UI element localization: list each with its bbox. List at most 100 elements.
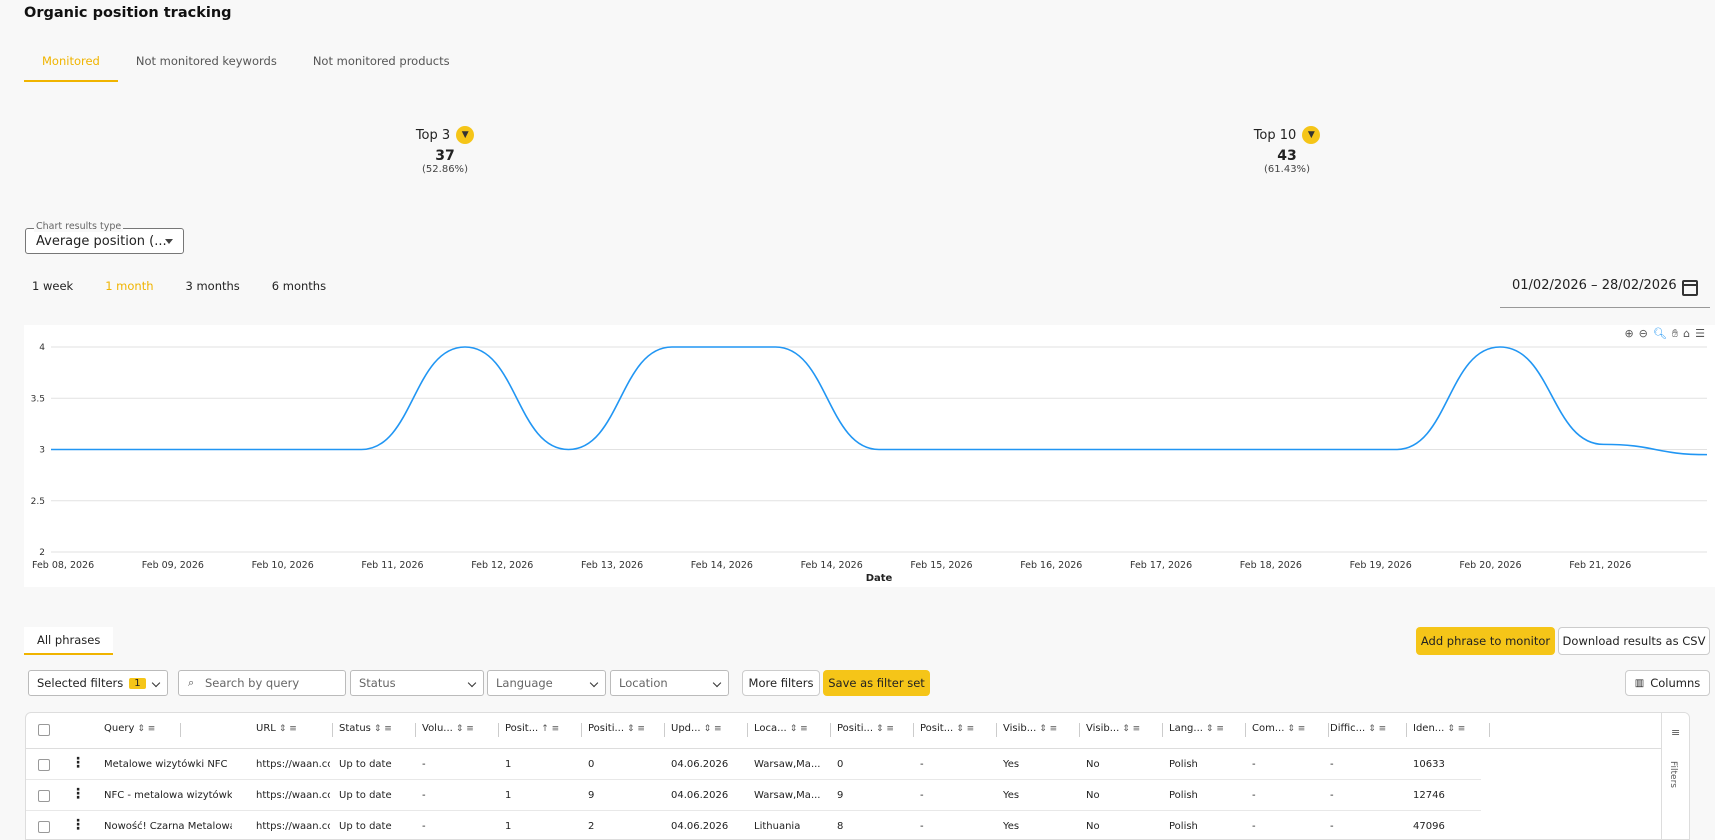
- table-cell: No: [1086, 759, 1100, 770]
- menu-icon[interactable]: ☰: [1695, 327, 1705, 341]
- column-separator[interactable]: [1328, 723, 1329, 737]
- zoom-out-icon[interactable]: ⊖: [1639, 327, 1648, 341]
- language-select[interactable]: Language: [487, 670, 606, 696]
- select-all-checkbox[interactable]: [38, 724, 50, 736]
- row-menu-icon[interactable]: ⋮: [71, 818, 85, 832]
- column-separator[interactable]: [1162, 723, 1163, 737]
- columns-button[interactable]: ▥ Columns: [1625, 670, 1710, 696]
- tab-not-monitored-keywords[interactable]: Not monitored keywords: [118, 44, 295, 82]
- column-separator[interactable]: [581, 723, 582, 737]
- table-cell: Nowość! Czarna Metalowa ...: [104, 821, 232, 832]
- column-separator[interactable]: [1406, 723, 1407, 737]
- table-row[interactable]: ⋮ Nowość! Czarna Metalowa ... https://waan…: [26, 811, 1481, 839]
- download-csv-button[interactable]: Download results as CSV: [1558, 627, 1710, 655]
- table-cell: -: [1330, 759, 1334, 770]
- pan-icon[interactable]: ✋︎: [1672, 327, 1678, 341]
- column-header[interactable]: Visib... ⇕ ≡: [1003, 723, 1057, 734]
- column-header[interactable]: Positi... ⇕ ≡: [588, 723, 645, 734]
- location-select[interactable]: Location: [610, 670, 729, 696]
- table-cell: -: [1330, 790, 1334, 801]
- sort-filter-icon[interactable]: ⇕ ≡: [1447, 724, 1465, 734]
- column-header[interactable]: Volu... ⇕ ≡: [422, 723, 474, 734]
- add-phrase-button[interactable]: Add phrase to monitor: [1416, 627, 1555, 655]
- y-tick-label: 2: [39, 548, 45, 558]
- tab-not-monitored-products[interactable]: Not monitored products: [295, 44, 468, 82]
- row-menu-icon[interactable]: ⋮: [71, 787, 85, 801]
- filter-icon[interactable]: ▼: [1302, 126, 1321, 144]
- column-separator[interactable]: [664, 723, 665, 737]
- row-checkbox[interactable]: [38, 821, 50, 833]
- row-menu-icon[interactable]: ⋮: [71, 756, 85, 770]
- sort-filter-icon[interactable]: ⇕ ≡: [1122, 724, 1140, 734]
- column-separator[interactable]: [996, 723, 997, 737]
- sort-filter-icon[interactable]: ⇕ ≡: [137, 724, 155, 734]
- range-1-week[interactable]: 1 week: [24, 276, 81, 296]
- column-separator[interactable]: [1079, 723, 1080, 737]
- sort-filter-icon[interactable]: ⇕ ≡: [1039, 724, 1057, 734]
- column-header[interactable]: Status ⇕ ≡: [339, 723, 392, 734]
- status-select[interactable]: Status: [350, 670, 484, 696]
- row-checkbox[interactable]: [38, 790, 50, 802]
- date-range-picker[interactable]: 01/02/2026 – 28/02/2026: [1500, 270, 1710, 308]
- column-separator[interactable]: [1245, 723, 1246, 737]
- calendar-icon[interactable]: [1682, 280, 1698, 296]
- table-cell: 1: [505, 759, 512, 770]
- column-separator[interactable]: [1489, 723, 1490, 737]
- range-3-months[interactable]: 3 months: [178, 276, 248, 296]
- column-header[interactable]: Loca... ⇕ ≡: [754, 723, 808, 734]
- range-1-month[interactable]: 1 month: [97, 276, 161, 296]
- sort-filter-icon[interactable]: ⇕ ≡: [704, 724, 722, 734]
- selected-filters-button[interactable]: Selected filters 1: [28, 670, 168, 696]
- column-header[interactable]: Visib... ⇕ ≡: [1086, 723, 1140, 734]
- sort-filter-icon[interactable]: ⇕ ≡: [790, 724, 808, 734]
- column-separator[interactable]: [913, 723, 914, 737]
- sort-filter-icon[interactable]: ⇕ ≡: [1368, 724, 1386, 734]
- column-header[interactable]: Diffic... ⇕ ≡: [1330, 723, 1386, 734]
- column-separator[interactable]: [830, 723, 831, 737]
- row-checkbox[interactable]: [38, 759, 50, 771]
- sort-filter-icon[interactable]: ⇕ ≡: [1287, 724, 1305, 734]
- column-header[interactable]: Lang... ⇕ ≡: [1169, 723, 1224, 734]
- zoom-in-icon[interactable]: ⊕: [1624, 327, 1633, 341]
- column-separator[interactable]: [415, 723, 416, 737]
- sort-filter-icon[interactable]: ⇕ ≡: [374, 724, 392, 734]
- sort-filter-icon[interactable]: ⇕ ≡: [876, 724, 894, 734]
- sort-filter-icon[interactable]: ↑ ≡: [541, 724, 559, 734]
- column-header[interactable]: Upd... ⇕ ≡: [671, 723, 722, 734]
- column-header[interactable]: URL ⇕ ≡: [256, 723, 297, 734]
- filters-side-panel[interactable]: ≡ Filters: [1661, 713, 1689, 839]
- column-separator[interactable]: [747, 723, 748, 737]
- column-header-label: Upd...: [671, 723, 701, 734]
- search-input[interactable]: ⌕ Search by query: [178, 670, 346, 696]
- save-filter-set-button[interactable]: Save as filter set: [823, 670, 930, 696]
- sort-filter-icon[interactable]: ⇕ ≡: [627, 724, 645, 734]
- range-6-months[interactable]: 6 months: [264, 276, 334, 296]
- x-axis-title: Date: [866, 573, 893, 584]
- column-header[interactable]: Query ⇕ ≡: [104, 723, 155, 734]
- column-separator[interactable]: [332, 723, 333, 737]
- search-placeholder: Search by query: [205, 676, 300, 690]
- column-header[interactable]: Positi... ⇕ ≡: [837, 723, 894, 734]
- column-header[interactable]: Posit... ↑ ≡: [505, 723, 559, 734]
- more-filters-button[interactable]: More filters: [742, 670, 820, 696]
- sort-filter-icon[interactable]: ⇕ ≡: [1206, 724, 1224, 734]
- table-row[interactable]: ⋮ NFC - metalowa wizytówka https://waan.cc…: [26, 780, 1481, 811]
- sort-filter-icon[interactable]: ⇕ ≡: [956, 724, 974, 734]
- column-header[interactable]: Iden... ⇕ ≡: [1413, 723, 1465, 734]
- column-separator[interactable]: [498, 723, 499, 737]
- column-header[interactable]: Posit... ⇕ ≡: [920, 723, 974, 734]
- tab-monitored[interactable]: Monitored: [24, 44, 118, 82]
- column-header[interactable]: Com... ⇕ ≡: [1252, 723, 1305, 734]
- chevron-down-icon: [467, 678, 477, 688]
- tab-all-phrases[interactable]: All phrases: [24, 627, 114, 655]
- reset-home-icon[interactable]: ⌂: [1683, 327, 1690, 341]
- zoom-select-icon[interactable]: 🔍︎: [1653, 327, 1667, 341]
- filter-icon[interactable]: ▼: [456, 126, 475, 144]
- column-separator[interactable]: [180, 723, 181, 737]
- table-row[interactable]: ⋮ Metalowe wizytówki NFC https://waan.cc Up…: [26, 749, 1481, 780]
- status-placeholder: Status: [359, 676, 396, 690]
- sort-filter-icon[interactable]: ⇕ ≡: [279, 724, 297, 734]
- sort-filter-icon[interactable]: ⇕ ≡: [456, 724, 474, 734]
- phrases-table: Query ⇕ ≡ URL ⇕ ≡ Status ⇕ ≡ Volu... ⇕ ≡ Posit..…: [25, 712, 1690, 840]
- chart-results-type-select[interactable]: Chart results type Average position (...: [25, 221, 184, 254]
